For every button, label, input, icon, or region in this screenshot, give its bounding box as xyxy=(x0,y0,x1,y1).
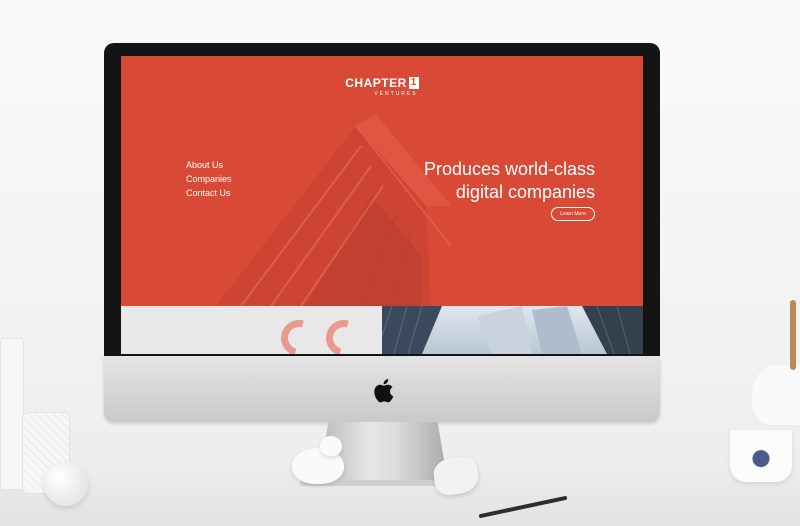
skyscraper-photo xyxy=(382,306,643,354)
hero-headline: Produces world-class digital companies xyxy=(335,158,595,204)
headline-line-1: Produces world-class xyxy=(423,159,595,179)
white-bird-head xyxy=(320,436,342,456)
apple-logo-icon xyxy=(374,379,394,403)
quote-icon xyxy=(319,313,369,354)
teapot-spout xyxy=(752,365,800,425)
main-nav: About Us Companies Contact Us xyxy=(186,158,232,200)
hero-section: CHAPTER 1 VENTURES About Us Companies Co… xyxy=(121,56,643,306)
nav-contact-us[interactable]: Contact Us xyxy=(186,186,232,200)
nav-companies[interactable]: Companies xyxy=(186,172,232,186)
site-logo[interactable]: CHAPTER 1 VENTURES xyxy=(121,74,643,97)
logo-badge: 1 xyxy=(408,77,419,89)
website-screen: CHAPTER 1 VENTURES About Us Companies Co… xyxy=(121,56,643,354)
patterned-cup xyxy=(730,430,792,482)
nav-about-us[interactable]: About Us xyxy=(186,158,232,172)
white-vase-tall xyxy=(0,338,24,490)
logo-wordmark: CHAPTER xyxy=(345,76,407,90)
quote-icon xyxy=(274,313,324,354)
wooden-handle xyxy=(790,300,796,370)
skyscraper-image xyxy=(382,306,643,354)
logo-subtitle: VENTURES xyxy=(374,91,418,97)
headline-line-2: digital companies xyxy=(455,182,595,202)
testimonial-section xyxy=(121,306,382,354)
white-sphere xyxy=(44,462,88,506)
learn-more-button[interactable]: Learn More xyxy=(551,207,595,221)
